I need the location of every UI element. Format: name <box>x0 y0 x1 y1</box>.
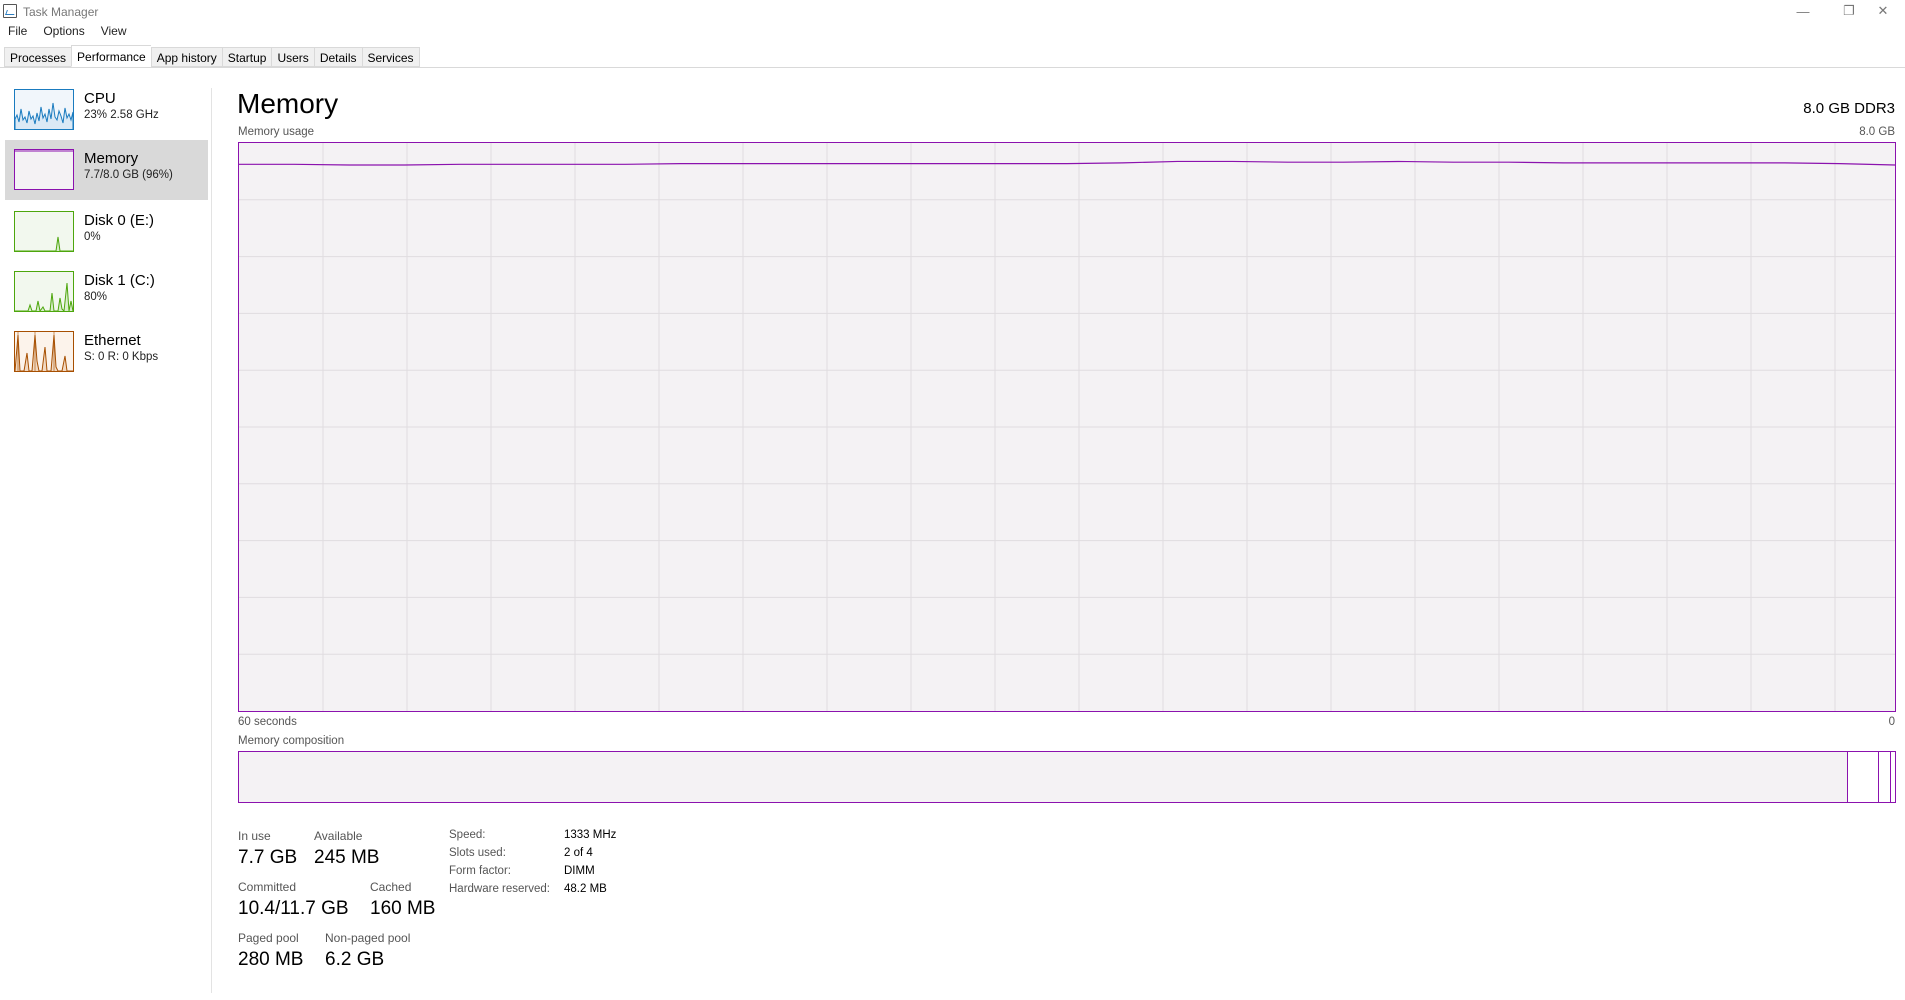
composition-standby-segment[interactable] <box>1878 752 1891 802</box>
tab-performance[interactable]: Performance <box>71 45 151 67</box>
paged-pool-label: Paged pool <box>238 931 299 945</box>
slots-used-label: Slots used: <box>449 847 506 859</box>
in-use-label: In use <box>238 829 271 843</box>
tab-divider <box>0 67 1905 68</box>
sidebar-item-label: Memory <box>84 150 139 167</box>
committed-label: Committed <box>238 880 297 894</box>
sidebar-item-value: 7.7/8.0 GB (96%) <box>84 169 173 181</box>
minimize-button[interactable]: — <box>1780 0 1826 22</box>
committed-value: 10.4/11.7 GB <box>238 898 349 919</box>
form-factor-value: DIMM <box>564 865 595 877</box>
resource-sidebar: CPU 23% 2.58 GHz Memory 7.7/8.0 GB (96%)… <box>0 88 210 993</box>
tab-users[interactable]: Users <box>271 47 314 67</box>
hardware-reserved-value: 48.2 MB <box>564 883 607 895</box>
memory-usage-max: 8.0 GB <box>1859 126 1895 138</box>
cpu-thumbnail-graph <box>14 89 74 130</box>
sidebar-item-disk-0[interactable]: Disk 0 (E:) 0% <box>5 210 208 270</box>
speed-value: 1333 MHz <box>564 829 617 841</box>
memory-usage-graph <box>238 142 1896 712</box>
in-use-value: 7.7 GB <box>238 847 298 868</box>
menu-view[interactable]: View <box>93 24 135 42</box>
title-bar: Task Manager — ❐ ✕ <box>0 0 1905 22</box>
menu-options[interactable]: Options <box>35 24 92 42</box>
sidebar-item-label: Disk 0 (E:) <box>84 212 155 229</box>
sidebar-item-value: 0% <box>84 231 101 243</box>
sidebar-item-ethernet[interactable]: Ethernet S: 0 R: 0 Kbps <box>5 330 208 390</box>
memory-usage-label: Memory usage <box>238 126 315 138</box>
sidebar-item-value: 80% <box>84 291 108 303</box>
paged-pool-value: 280 MB <box>238 949 304 970</box>
memory-spec: 8.0 GB DDR3 <box>1803 100 1895 117</box>
sidebar-divider <box>211 88 212 993</box>
disk-0-thumbnail-graph <box>14 211 74 252</box>
disk-1-thumbnail-graph <box>14 271 74 312</box>
form-factor-label: Form factor: <box>449 865 511 877</box>
window-title: Task Manager <box>23 5 99 19</box>
non-paged-pool-value: 6.2 GB <box>325 949 385 970</box>
tab-app-history[interactable]: App history <box>150 47 222 67</box>
cached-label: Cached <box>370 880 412 894</box>
composition-free-segment[interactable] <box>1890 752 1895 802</box>
menu-bar: File Options View <box>0 24 135 42</box>
memory-composition-label: Memory composition <box>238 735 345 747</box>
time-axis-start: 60 seconds <box>238 716 297 728</box>
time-axis-end: 0 <box>1888 716 1895 728</box>
sidebar-item-value: S: 0 R: 0 Kbps <box>84 351 159 363</box>
speed-label: Speed: <box>449 829 486 841</box>
cached-value: 160 MB <box>370 898 436 919</box>
sidebar-item-label: Ethernet <box>84 332 141 349</box>
composition-modified-segment[interactable] <box>1846 752 1879 802</box>
hardware-reserved-label: Hardware reserved: <box>449 883 550 895</box>
sidebar-item-value: 23% 2.58 GHz <box>84 109 159 121</box>
memory-thumbnail-graph <box>14 149 74 190</box>
sidebar-item-label: Disk 1 (C:) <box>84 272 155 289</box>
tab-details[interactable]: Details <box>313 47 362 67</box>
available-value: 245 MB <box>314 847 380 868</box>
tab-strip: Processes Performance App history Startu… <box>4 45 420 67</box>
tab-startup[interactable]: Startup <box>221 47 272 67</box>
close-button[interactable]: ✕ <box>1860 0 1905 22</box>
tab-processes[interactable]: Processes <box>4 47 72 67</box>
sidebar-item-cpu[interactable]: CPU 23% 2.58 GHz <box>5 88 208 148</box>
memory-composition-bar <box>238 751 1896 803</box>
memory-usage-chart <box>239 143 1895 711</box>
sidebar-item-disk-1[interactable]: Disk 1 (C:) 80% <box>5 270 208 330</box>
tab-services[interactable]: Services <box>361 47 420 67</box>
sidebar-item-memory[interactable]: Memory 7.7/8.0 GB (96%) <box>5 140 208 200</box>
menu-file[interactable]: File <box>0 24 35 42</box>
available-label: Available <box>314 829 363 843</box>
non-paged-pool-label: Non-paged pool <box>325 931 411 945</box>
ethernet-thumbnail-graph <box>14 331 74 372</box>
slots-used-value: 2 of 4 <box>564 847 593 859</box>
task-manager-icon <box>3 4 17 18</box>
memory-usage-area <box>239 161 1895 711</box>
page-title: Memory <box>237 88 339 119</box>
sidebar-item-label: CPU <box>84 90 116 107</box>
